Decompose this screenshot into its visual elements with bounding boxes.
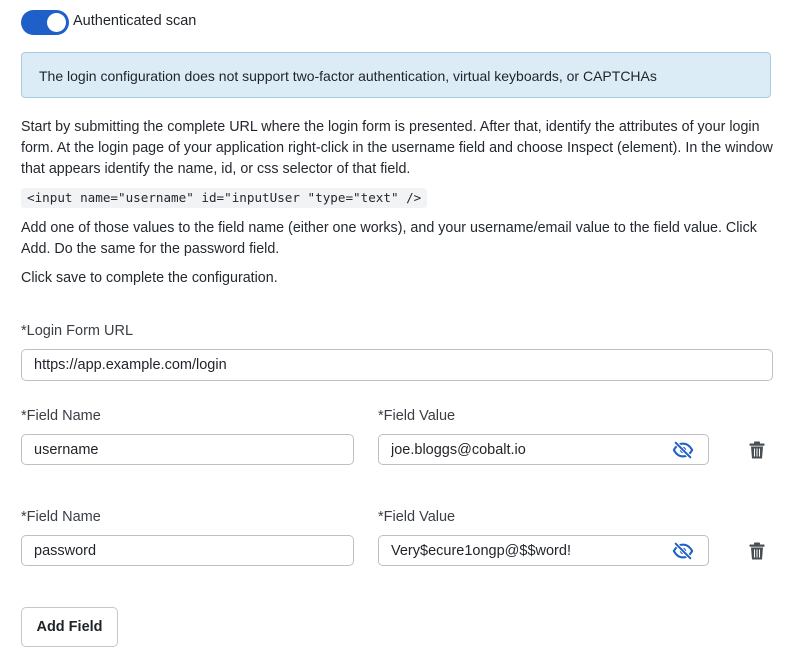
field-name-label: *Field Name	[21, 408, 101, 424]
login-url-input[interactable]	[21, 349, 773, 381]
add-field-button[interactable]: Add Field	[21, 607, 118, 647]
info-alert: The login configuration does not support…	[21, 52, 771, 98]
instructions-paragraph-3: Click save to complete the configuration…	[21, 270, 278, 286]
field-value-input[interactable]	[378, 434, 709, 465]
eye-off-icon[interactable]	[672, 540, 694, 562]
trash-icon[interactable]	[749, 441, 765, 459]
code-snippet: <input name="username" id="inputUser "ty…	[21, 188, 428, 208]
field-value-label: *Field Value	[378, 408, 456, 424]
authenticated-scan-label: Authenticated scan	[73, 13, 197, 29]
login-url-label: *Login Form URL	[21, 323, 134, 339]
instructions-paragraph-2: Add one of those values to the field nam…	[21, 220, 757, 257]
instructions-paragraph-1: Start by submitting the complete URL whe…	[21, 119, 773, 177]
field-value-label: *Field Value	[378, 509, 456, 525]
field-name-input[interactable]	[21, 434, 354, 465]
field-name-label: *Field Name	[21, 509, 101, 525]
eye-off-icon[interactable]	[672, 439, 694, 461]
toggle-knob	[47, 13, 66, 32]
authenticated-scan-toggle[interactable]	[21, 10, 69, 35]
field-value-input[interactable]	[378, 535, 709, 566]
trash-icon[interactable]	[749, 542, 765, 560]
field-name-input[interactable]	[21, 535, 354, 566]
